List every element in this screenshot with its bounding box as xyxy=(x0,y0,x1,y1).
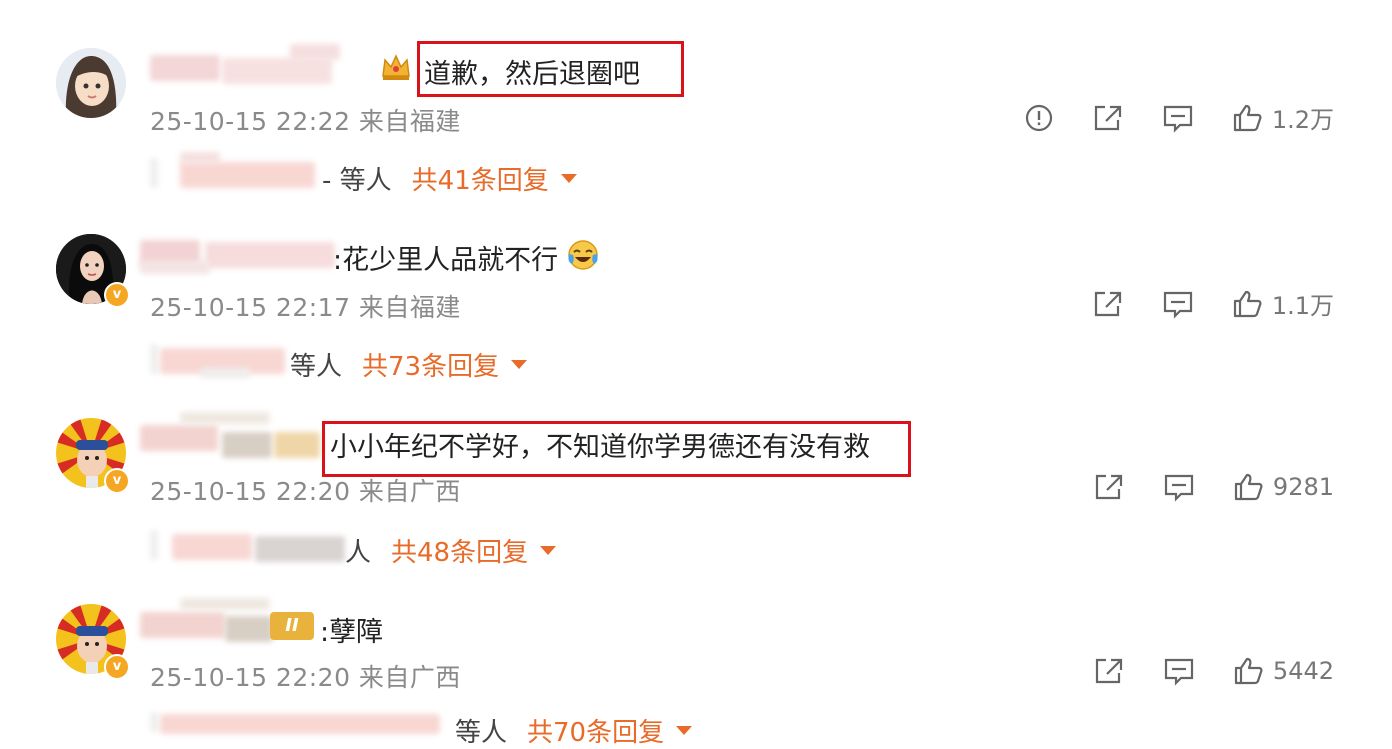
reply-preview-blurred[interactable] xyxy=(255,536,345,562)
like-button[interactable]: 1.1万 xyxy=(1232,286,1334,321)
share-icon xyxy=(1095,658,1123,684)
reply-preview-blurred[interactable] xyxy=(150,712,158,732)
share-icon xyxy=(1094,291,1121,316)
verified-badge-icon: v xyxy=(104,282,130,308)
comment-button[interactable] xyxy=(1163,656,1195,686)
like-button[interactable]: 5442 xyxy=(1233,656,1334,686)
reply-count[interactable]: 共48条回复 xyxy=(391,532,528,569)
like-icon xyxy=(1234,657,1263,685)
chevron-down-icon[interactable] xyxy=(676,726,693,735)
reply-summary[interactable]: 等人 共70条回复 xyxy=(455,712,693,749)
comment-icon xyxy=(1164,658,1194,686)
reply-users: 等人 xyxy=(455,718,508,748)
username-blurred[interactable] xyxy=(180,412,270,424)
share-icon xyxy=(1095,474,1123,500)
comment-meta: 25-10-15 22:20 来自广西 xyxy=(150,477,461,506)
reply-summary[interactable]: 人 共48条回复 xyxy=(345,532,557,569)
username-blurred[interactable] xyxy=(222,432,272,458)
like-icon xyxy=(1234,473,1263,501)
username-blurred[interactable] xyxy=(140,425,218,451)
chevron-down-icon[interactable] xyxy=(540,546,557,555)
reply-preview-blurred[interactable] xyxy=(172,534,252,560)
reply-preview-blurred[interactable] xyxy=(200,368,250,378)
like-count: 5442 xyxy=(1272,657,1334,685)
comment-meta: 25-10-15 22:17 来自福建 xyxy=(150,293,461,322)
highlight-box xyxy=(322,421,911,477)
share-button[interactable] xyxy=(1092,289,1124,319)
reply-preview-blurred[interactable] xyxy=(150,344,158,374)
comment-actions: 5442 xyxy=(1093,656,1334,686)
share-button[interactable] xyxy=(1093,656,1125,686)
reply-users: 人 xyxy=(345,538,372,568)
chevron-down-icon[interactable] xyxy=(511,360,528,369)
like-icon xyxy=(1233,290,1262,317)
verified-badge-icon: v xyxy=(104,468,130,494)
username-blurred[interactable] xyxy=(225,616,273,642)
username-blurred[interactable] xyxy=(140,260,210,274)
comment-button[interactable] xyxy=(1162,289,1194,319)
comment-actions: 9281 xyxy=(1093,472,1334,502)
username-blurred[interactable] xyxy=(205,242,335,268)
like-count: 9281 xyxy=(1272,473,1334,501)
comment-icon xyxy=(1164,474,1194,502)
comment-text: :花少里人品就不行 xyxy=(333,245,559,276)
reply-summary[interactable]: 等人 共73条回复 xyxy=(290,346,528,383)
reply-users: 等人 xyxy=(290,352,343,382)
reply-preview-blurred[interactable] xyxy=(150,530,158,560)
verified-badge-icon: v xyxy=(104,654,130,680)
comment-icon xyxy=(1163,291,1192,319)
username-blurred[interactable] xyxy=(180,598,270,610)
share-button[interactable] xyxy=(1093,472,1125,502)
comment-actions: 1.1万 xyxy=(1092,286,1334,321)
comment-text: :孽障 xyxy=(320,617,384,648)
like-button[interactable]: 9281 xyxy=(1233,472,1334,502)
like-count: 1.1万 xyxy=(1271,292,1334,320)
reply-count[interactable]: 共73条回复 xyxy=(362,346,499,383)
level-badge: II xyxy=(270,612,314,640)
comment-button[interactable] xyxy=(1163,472,1195,502)
username-blurred[interactable] xyxy=(274,432,320,458)
laugh-cry-emoji xyxy=(568,240,598,270)
username-blurred[interactable] xyxy=(140,612,225,638)
reply-preview-blurred[interactable] xyxy=(160,714,440,734)
reply-count[interactable]: 共70条回复 xyxy=(527,712,664,749)
comment-item: v II :孽障 25-10-15 22:20 来自广西 5442 等人 共70… xyxy=(0,0,1392,748)
comment-meta: 25-10-15 22:20 来自广西 xyxy=(150,663,461,692)
